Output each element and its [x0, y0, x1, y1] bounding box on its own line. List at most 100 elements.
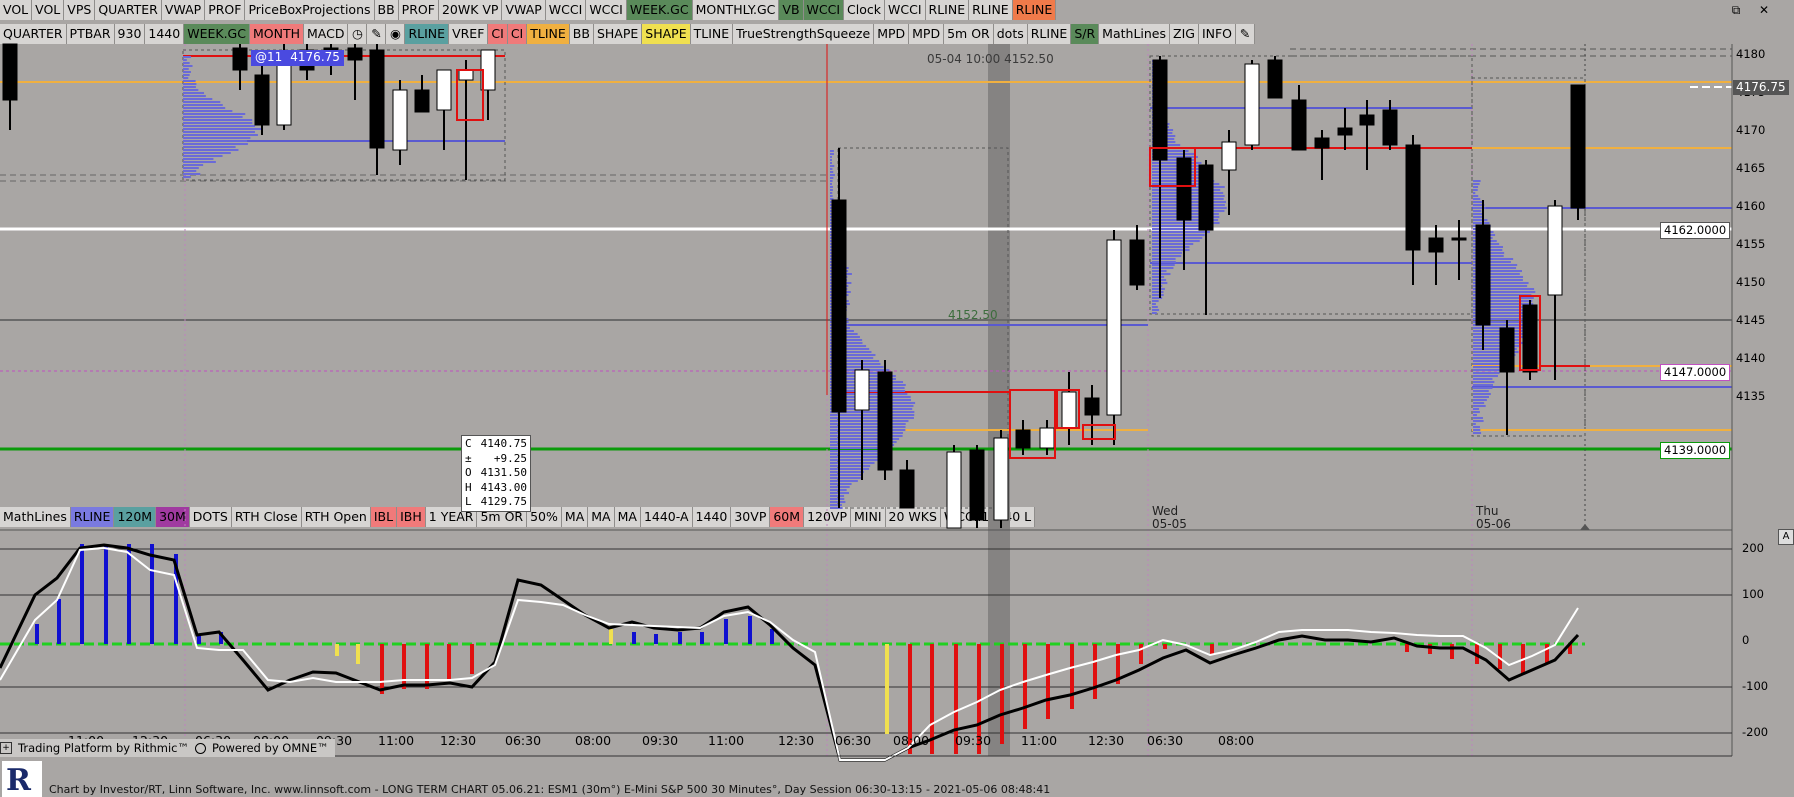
indicator-axis-label: 0	[1742, 633, 1749, 647]
day-label-wed: Wed 05-05	[1152, 505, 1187, 531]
indicator-axis-label: -100	[1742, 679, 1768, 693]
time-axis-label: 09:30	[955, 733, 991, 748]
candle	[994, 438, 1008, 520]
volume-profile	[183, 56, 263, 178]
expand-icon[interactable]: +	[0, 742, 12, 754]
time-axis-label: 12:30	[1088, 733, 1124, 748]
price-axis-label: 4140	[1736, 351, 1765, 365]
info-key: ±	[465, 452, 472, 465]
candle	[970, 450, 984, 520]
cci-bar	[57, 599, 61, 644]
price-axis-label: 4150	[1736, 275, 1765, 289]
cci-bar	[1070, 644, 1074, 709]
time-axis-label: 11:00	[1021, 733, 1057, 748]
bar-info-box: C 4140.75 ± +9.25 O 4131.50 H 4143.00 L 4129…	[461, 435, 531, 512]
price-chart[interactable]	[0, 0, 1794, 797]
candle	[437, 70, 451, 110]
candle	[900, 470, 914, 508]
candle	[1107, 240, 1121, 415]
cci-bar	[609, 629, 613, 644]
cci-bar	[425, 644, 429, 689]
cci-bar	[402, 644, 406, 689]
time-axis-label: 08:00	[575, 733, 611, 748]
platform-label: Trading Platform by Rithmic™	[18, 741, 189, 755]
info-row: L 4129.75	[465, 495, 527, 510]
info-value: +9.25	[494, 452, 527, 467]
cci-bar	[1163, 644, 1167, 649]
cci-bar	[770, 629, 774, 644]
price-axis-label: 4135	[1736, 389, 1765, 403]
svg-text:R: R	[6, 763, 32, 797]
candle	[1177, 158, 1191, 220]
chart-annotation-mid: 4152.50	[948, 308, 998, 322]
brand-bar: + Trading Platform by Rithmic™ Powered b…	[0, 739, 335, 757]
cci-bar	[127, 544, 131, 644]
info-row: O 4131.50	[465, 466, 527, 481]
info-row: ± +9.25	[465, 452, 527, 467]
cci-bar	[1000, 644, 1004, 744]
info-key: O	[465, 466, 472, 479]
time-axis-label: 11:00	[378, 733, 414, 748]
candle	[1199, 165, 1213, 230]
cci-bar	[1023, 644, 1027, 729]
chart-annotation-top: 05-04 10:00 4152.50	[927, 52, 1054, 66]
candle	[1406, 145, 1420, 250]
cci-bar	[678, 632, 682, 644]
candle	[1268, 60, 1282, 98]
cci-bar	[748, 616, 752, 644]
cci-bar	[724, 619, 728, 644]
candle	[1153, 60, 1167, 160]
cci-bar	[150, 544, 154, 644]
cci-bar	[356, 644, 360, 664]
info-value: 4131.50	[481, 466, 527, 481]
info-key: L	[465, 495, 472, 508]
price-tag-white-line: 4162.0000	[1660, 222, 1730, 239]
candle	[459, 70, 473, 80]
overlay-text: @11	[255, 50, 282, 66]
candle	[1338, 128, 1352, 135]
info-row: C 4140.75	[465, 437, 527, 452]
cci-bar	[1046, 644, 1050, 719]
candle	[1476, 225, 1490, 325]
info-value: 4143.00	[481, 481, 527, 496]
powered-label: Powered by OMNE™	[212, 741, 329, 755]
indicator-panel-label[interactable]: A	[1778, 529, 1794, 545]
cci-bar	[1093, 644, 1097, 699]
time-axis-label: 11:00	[708, 733, 744, 748]
candle	[1360, 115, 1374, 125]
price-axis-label: 4160	[1736, 199, 1765, 213]
cci-bar	[1139, 644, 1143, 664]
rithmic-logo-icon: R	[2, 757, 42, 797]
candle	[1571, 85, 1585, 208]
candle	[1085, 398, 1099, 415]
candle	[348, 48, 362, 60]
cci-bar	[104, 544, 108, 644]
cci-bar	[1450, 644, 1454, 659]
candle	[1062, 392, 1076, 428]
candle	[855, 370, 869, 410]
candle	[1383, 110, 1397, 145]
price-axis-label: 4145	[1736, 313, 1765, 327]
cci-bar	[470, 644, 474, 674]
time-axis-label: 12:30	[778, 733, 814, 748]
candle	[1222, 142, 1236, 170]
candle	[947, 452, 961, 528]
time-axis-label: 06:30	[1147, 733, 1183, 748]
candle	[1130, 240, 1144, 285]
overlay-price: 4176.75	[290, 50, 340, 66]
footer: R Chart by Investor/RT, Linn Software, I…	[0, 781, 1794, 797]
time-axis-label: 09:30	[642, 733, 678, 748]
omne-icon	[195, 743, 206, 754]
price-axis-label: 4180	[1736, 47, 1765, 61]
candle	[1016, 430, 1030, 448]
price-tag-pink-line: 4147.0000	[1660, 364, 1730, 381]
cci-bar	[380, 644, 384, 694]
price-tag-green-line: 4139.0000	[1660, 442, 1730, 459]
price-overlay: @11 4176.75	[251, 50, 344, 66]
cci-bar	[1210, 644, 1214, 654]
candle	[233, 48, 247, 70]
price-axis-label: 4170	[1736, 123, 1765, 137]
indicator-axis-label: -200	[1742, 725, 1768, 739]
candle	[1500, 328, 1514, 372]
cci-bar	[1428, 644, 1432, 654]
